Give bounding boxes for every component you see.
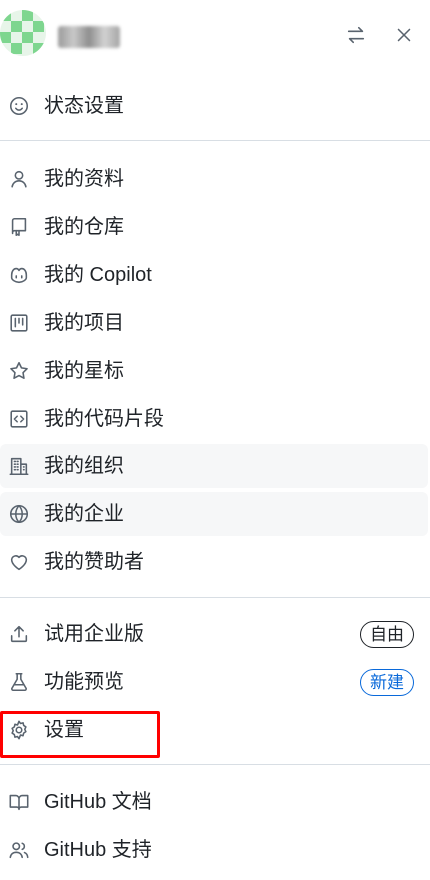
menu-item-label: GitHub 支持	[44, 839, 152, 861]
book-icon	[8, 791, 30, 813]
free-badge: 自由	[360, 621, 414, 648]
globe-icon	[8, 503, 30, 525]
code-square-icon	[8, 408, 30, 430]
menu-item-label: 我的企业	[44, 503, 124, 525]
menu-item-label: 我的项目	[44, 312, 124, 334]
menu-item-label: 我的星标	[44, 360, 124, 382]
beaker-icon	[8, 671, 30, 693]
heart-icon	[8, 551, 30, 573]
menu-item-profile[interactable]: 我的资料	[0, 157, 428, 201]
divider	[0, 764, 430, 765]
menu-item-feature-preview[interactable]: 功能预览 新建	[0, 660, 428, 704]
menu-item-sponsors[interactable]: 我的赞助者	[0, 540, 428, 584]
switch-account-icon[interactable]	[343, 22, 369, 48]
person-icon	[8, 168, 30, 190]
username	[58, 26, 120, 48]
menu-item-label: 状态设置	[44, 95, 124, 117]
menu-item-settings[interactable]: 设置	[0, 708, 428, 752]
menu-item-label: GitHub 文档	[44, 791, 152, 813]
copilot-icon	[8, 264, 30, 286]
menu-item-copilot[interactable]: 我的 Copilot	[0, 253, 428, 297]
menu-item-label: 我的仓库	[44, 216, 124, 238]
new-badge: 新建	[360, 669, 414, 696]
gear-icon	[8, 719, 30, 741]
divider	[0, 597, 430, 598]
menu-item-label: 我的 Copilot	[44, 264, 152, 286]
close-icon[interactable]	[391, 22, 417, 48]
menu-item-enterprises[interactable]: 我的企业	[0, 492, 428, 536]
avatar[interactable]	[0, 10, 46, 56]
people-icon	[8, 839, 30, 861]
menu-item-gists[interactable]: 我的代码片段	[0, 397, 428, 441]
menu-item-label: 我的组织	[44, 455, 124, 477]
divider	[0, 140, 430, 141]
menu-item-organizations[interactable]: 我的组织	[0, 444, 428, 488]
menu-item-label: 我的代码片段	[44, 408, 164, 430]
menu-item-label: 我的资料	[44, 168, 124, 190]
menu-item-status[interactable]: 状态设置	[0, 84, 428, 128]
menu-item-stars[interactable]: 我的星标	[0, 349, 428, 393]
menu-item-docs[interactable]: GitHub 文档	[0, 780, 428, 824]
menu-item-label: 我的赞助者	[44, 551, 144, 573]
menu-item-label: 试用企业版	[44, 623, 144, 645]
menu-item-projects[interactable]: 我的项目	[0, 301, 428, 345]
menu-item-repositories[interactable]: 我的仓库	[0, 205, 428, 249]
menu-item-support[interactable]: GitHub 支持	[0, 828, 428, 872]
menu-item-label: 功能预览	[44, 671, 124, 693]
menu-item-try-enterprise[interactable]: 试用企业版 自由	[0, 612, 428, 656]
menu-item-label: 设置	[44, 719, 84, 741]
upload-icon	[8, 623, 30, 645]
project-icon	[8, 312, 30, 334]
account-menu-header	[0, 0, 430, 72]
smiley-icon	[8, 95, 30, 117]
star-icon	[8, 360, 30, 382]
repo-icon	[8, 216, 30, 238]
organization-icon	[8, 455, 30, 477]
